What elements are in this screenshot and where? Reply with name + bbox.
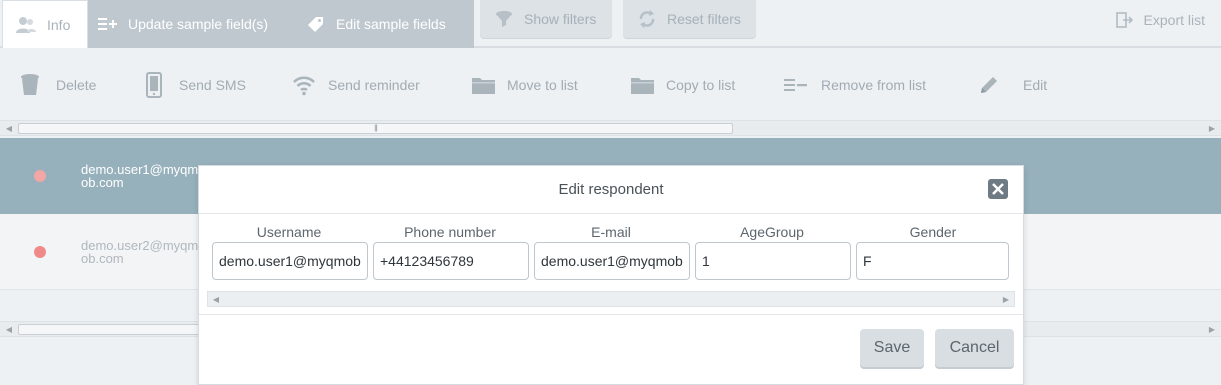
remove-from-list-label: Remove from list <box>821 77 927 93</box>
trash-icon <box>20 73 40 97</box>
email-label: E-mail <box>591 224 631 240</box>
scroll-right-icon[interactable]: ▶ <box>1001 294 1011 306</box>
tag-icon <box>306 15 326 33</box>
folder-icon <box>471 75 496 95</box>
username-label: Username <box>256 224 322 240</box>
pencil-icon <box>979 75 999 95</box>
send-reminder-button[interactable]: Send reminder <box>292 50 420 120</box>
tab-edit-label: Edit sample fields <box>336 16 446 32</box>
list-add-icon <box>98 17 118 31</box>
export-list-label: Export list <box>1143 12 1205 28</box>
row-email: demo.user2@myqmob.com <box>81 237 199 266</box>
grip-icon: ||| <box>374 125 378 132</box>
dialog-title: Edit respondent <box>558 181 664 198</box>
scroll-right-icon[interactable]: ▶ <box>1207 324 1217 336</box>
phone-icon <box>146 72 162 98</box>
export-list-button[interactable]: Export list <box>1115 0 1205 40</box>
table-scrollbar-top[interactable]: ◀ ||| ▶ <box>0 120 1221 136</box>
wifi-icon <box>292 74 316 96</box>
close-icon <box>992 183 1004 195</box>
show-filters-label: Show filters <box>524 11 597 27</box>
send-sms-label: Send SMS <box>179 77 246 93</box>
folder-icon <box>630 75 655 95</box>
close-button[interactable] <box>988 179 1008 199</box>
email-field[interactable] <box>534 242 690 280</box>
show-filters-button[interactable]: Show filters <box>480 0 612 38</box>
tab-update-label: Update sample field(s) <box>128 16 269 32</box>
dialog-divider <box>199 314 1023 315</box>
status-dot <box>34 170 46 182</box>
send-reminder-label: Send reminder <box>328 77 420 93</box>
users-icon <box>15 16 37 34</box>
copy-to-list-button[interactable]: Copy to list <box>630 50 735 120</box>
gender-label: Gender <box>909 224 957 240</box>
send-sms-button[interactable]: Send SMS <box>146 50 246 120</box>
save-button[interactable]: Save <box>860 329 924 367</box>
scrollbar-thumb[interactable]: ||| <box>18 123 733 134</box>
reset-filters-label: Reset filters <box>667 11 741 27</box>
tab-update-sample-fields[interactable]: Update sample field(s) <box>98 0 268 48</box>
scroll-left-icon[interactable]: ◀ <box>4 123 14 135</box>
status-dot <box>34 245 46 258</box>
phone-label: Phone number <box>404 224 496 240</box>
remove-from-list-button[interactable]: Remove from list <box>784 50 926 120</box>
scroll-left-icon[interactable]: ◀ <box>4 324 14 336</box>
top-tab-bar: Info Update sample field(s) Edit sample … <box>0 0 1221 48</box>
move-to-list-label: Move to list <box>507 77 578 93</box>
edit-button[interactable]: Edit <box>979 50 1047 120</box>
tab-info[interactable]: Info <box>2 0 88 48</box>
scrollbar-thumb[interactable] <box>18 324 208 335</box>
export-icon <box>1115 11 1134 29</box>
move-to-list-button[interactable]: Move to list <box>471 50 578 120</box>
edit-respondent-dialog: Edit respondent Username Phone number E-… <box>198 165 1024 385</box>
dialog-header: Edit respondent <box>199 166 1023 214</box>
action-toolbar: Delete Send SMS Send reminder Move to li… <box>0 50 1221 120</box>
phone-field[interactable] <box>373 242 529 280</box>
cancel-button[interactable]: Cancel <box>935 329 1014 367</box>
copy-to-list-label: Copy to list <box>666 77 736 93</box>
gender-field[interactable] <box>856 242 1009 280</box>
agegroup-field[interactable] <box>695 242 851 280</box>
filter-icon <box>494 10 514 28</box>
dialog-scrollbar[interactable]: ◀ ▶ <box>207 291 1015 307</box>
refresh-icon <box>637 9 657 29</box>
edit-label: Edit <box>1023 77 1048 93</box>
tab-edit-sample-fields[interactable]: Edit sample fields <box>306 0 446 48</box>
username-field[interactable] <box>212 242 368 280</box>
row-email: demo.user1@myqmob.com <box>81 162 199 190</box>
delete-label: Delete <box>56 77 97 93</box>
scroll-left-icon[interactable]: ◀ <box>211 294 221 306</box>
agegroup-label: AgeGroup <box>740 224 804 240</box>
delete-button[interactable]: Delete <box>20 50 96 120</box>
reset-filters-button[interactable]: Reset filters <box>623 0 756 38</box>
tab-info-label: Info <box>47 16 71 33</box>
scroll-right-icon[interactable]: ▶ <box>1207 123 1217 135</box>
list-remove-icon <box>784 78 808 92</box>
